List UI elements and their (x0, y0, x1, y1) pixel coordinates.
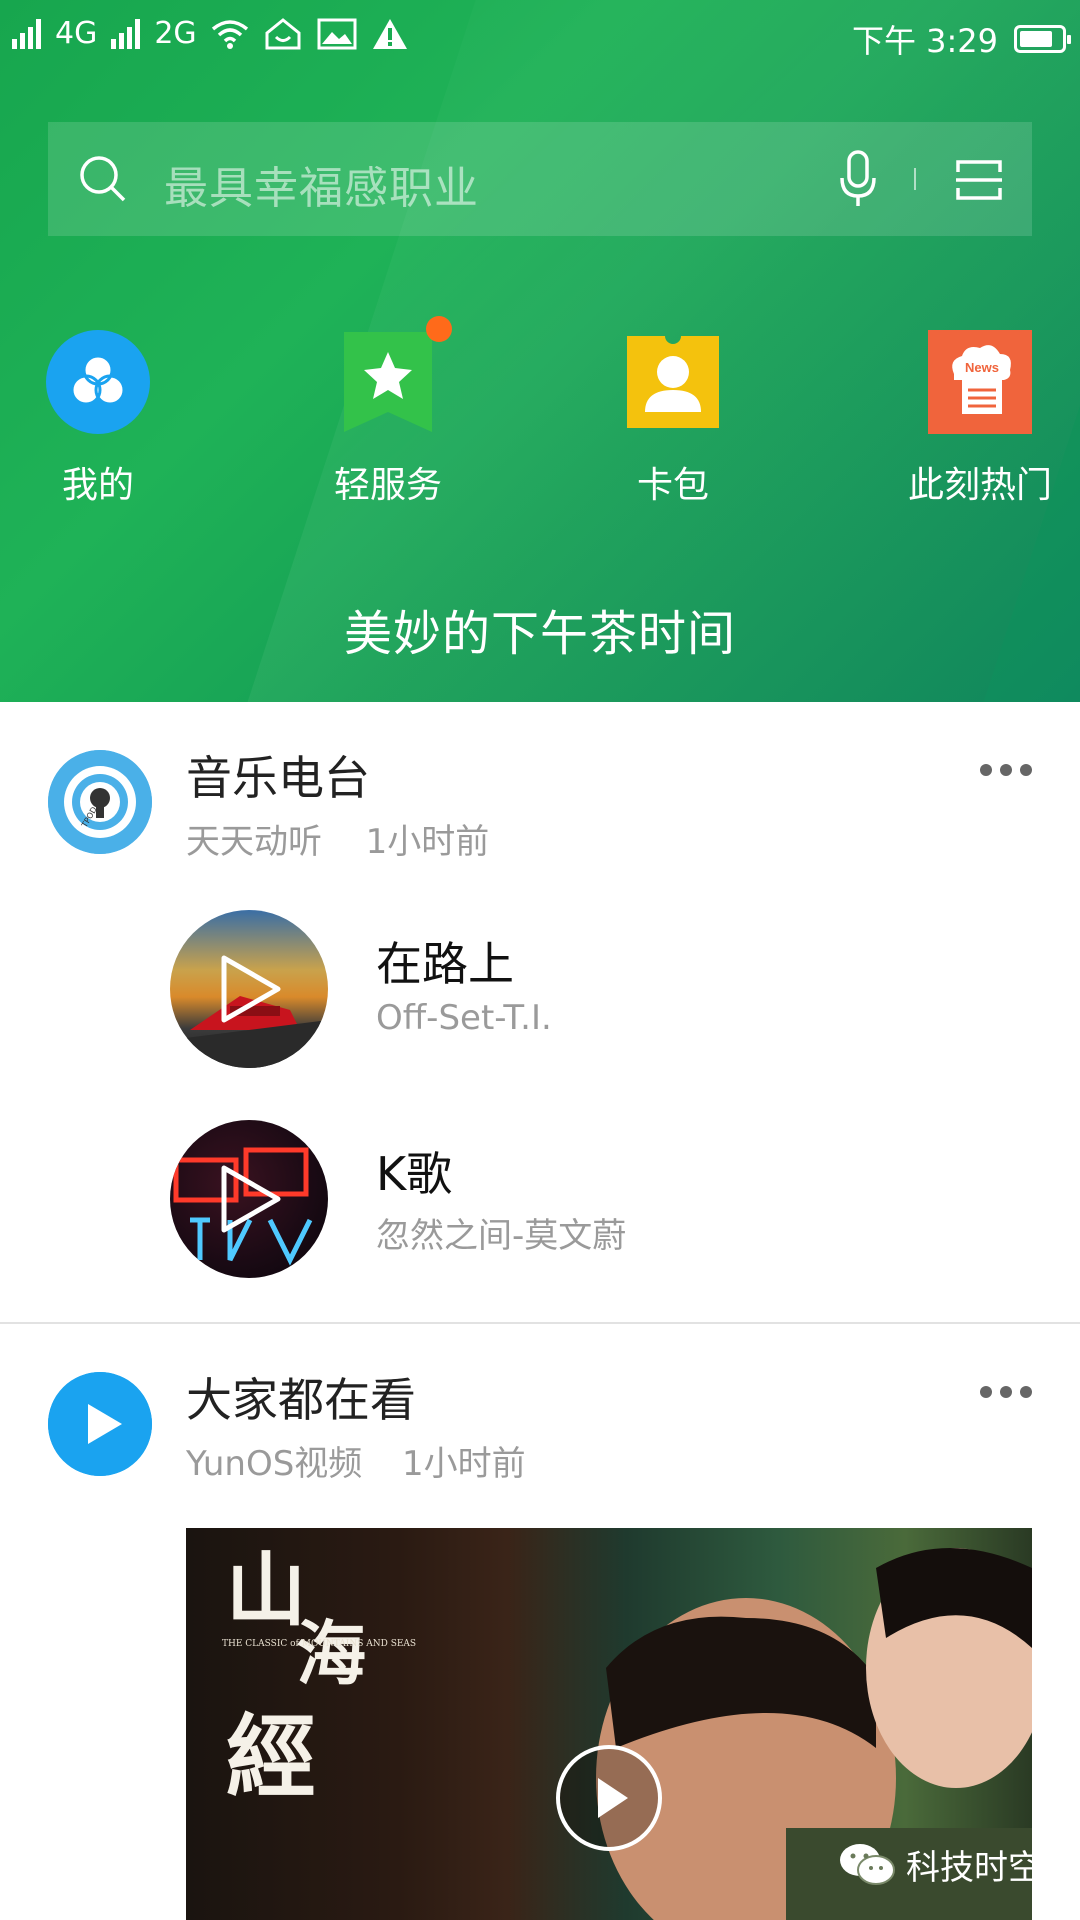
shortcut-label: 轻服务 (333, 465, 442, 506)
track-title: K歌 (376, 1147, 453, 1201)
video-app-avatar[interactable] (48, 1372, 152, 1476)
poster-title-char: 經 (226, 1704, 316, 1810)
shortcut-label: 此刻热门 (907, 465, 1052, 506)
track-artist: 忽然之间-莫文蔚 (376, 1216, 627, 1256)
music-app-avatar[interactable]: TPOD (48, 750, 152, 854)
card-time: 1小时前 (401, 1444, 526, 1484)
card-time: 1小时前 (365, 822, 490, 862)
more-options-icon[interactable] (980, 1386, 1032, 1398)
card-source: 天天动听 (186, 822, 322, 862)
card-source: YunOS视频 (186, 1444, 363, 1484)
network-type-2: 2G (154, 16, 197, 51)
wechat-icon (840, 1843, 895, 1885)
play-icon[interactable] (220, 954, 282, 1024)
shortcut-label: 我的 (61, 465, 134, 506)
card-title: 音乐电台 (186, 751, 370, 805)
poster-title-char: 山 (226, 1543, 306, 1637)
music-radio-card: TPOD 音乐电台 天天动听 1小时前 在路上 Off-Set-T.I. K歌 … (0, 702, 1080, 1322)
star-bookmark-icon (336, 316, 452, 434)
search-divider (914, 168, 916, 190)
search-icon (80, 156, 126, 202)
watermark: 科技时空 (838, 1840, 1042, 1889)
microphone-icon[interactable] (838, 150, 878, 208)
news-icon: News (928, 330, 1032, 434)
poster-subtitle: THE CLASSIC of MOUNTAINS AND SEAS (222, 1639, 416, 1649)
track-thumbnail (170, 1120, 328, 1278)
track-title: 在路上 (376, 937, 514, 991)
track-item[interactable]: 在路上 Off-Set-T.I. (170, 910, 1030, 1070)
status-time: 下午 3:29 (851, 22, 998, 60)
signal-sim2-icon (111, 18, 141, 49)
shortcut-my[interactable]: 我的 (0, 330, 198, 508)
shortcut-card-wallet[interactable]: 卡包 (573, 330, 773, 508)
status-bar: 4G 2G 下午 3:29 (0, 0, 1080, 78)
scan-icon[interactable] (954, 156, 1004, 204)
search-bar[interactable]: 最具幸福感职业 (48, 122, 1032, 236)
play-icon[interactable] (220, 1164, 282, 1234)
shortcut-label: 卡包 (636, 465, 709, 506)
network-type-1: 4G (55, 16, 98, 51)
track-artist: Off-Set-T.I. (376, 998, 552, 1038)
poster-title-char: 海 (296, 1612, 366, 1695)
gallery-icon (317, 18, 357, 49)
notification-dot (426, 316, 452, 342)
track-thumbnail (170, 910, 328, 1068)
card-subtitle: 天天动听 1小时前 (186, 814, 489, 863)
home-icon (265, 17, 301, 49)
greeting-banner: 美妙的下午茶时间 (343, 606, 736, 662)
battery-icon (1014, 25, 1071, 53)
my-icon (46, 330, 150, 434)
track-item[interactable]: K歌 忽然之间-莫文蔚 (170, 1120, 1030, 1280)
shortcut-light-service[interactable]: 轻服务 (288, 316, 488, 508)
shortcut-trending[interactable]: News 此刻热门 (880, 330, 1080, 508)
signal-sim1-icon (12, 18, 41, 49)
card-subtitle: YunOS视频 1小时前 (186, 1436, 526, 1485)
more-options-icon[interactable] (980, 764, 1032, 776)
card-title: 大家都在看 (186, 1373, 416, 1427)
search-placeholder[interactable]: 最具幸福感职业 (164, 152, 479, 216)
wifi-icon (211, 19, 248, 49)
news-icon-text: News (965, 360, 999, 375)
warning-icon (372, 18, 407, 49)
watermark-text: 科技时空 (906, 1848, 1042, 1888)
card-wallet-icon (621, 330, 725, 434)
